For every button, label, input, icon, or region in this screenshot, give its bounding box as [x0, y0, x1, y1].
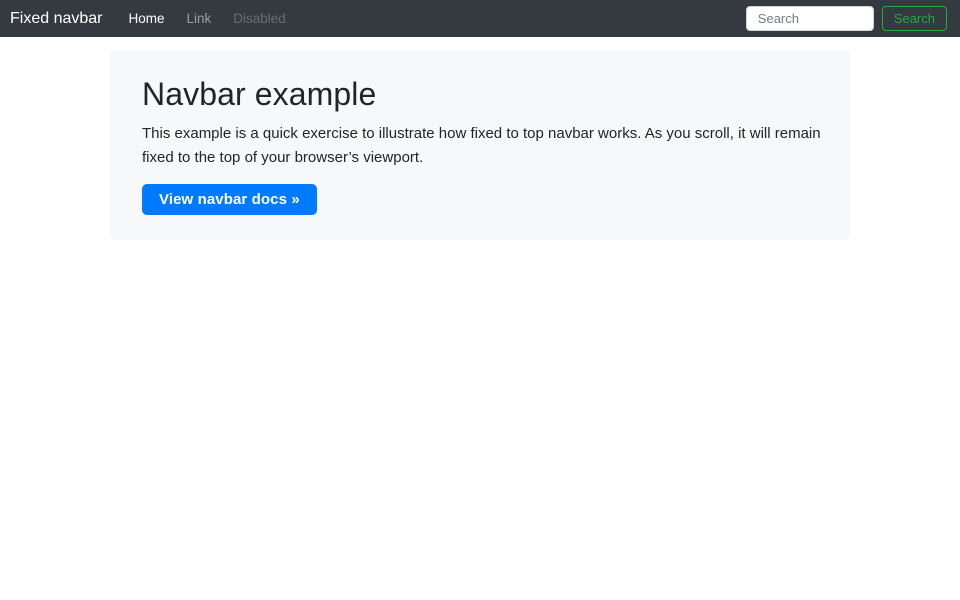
- search-button[interactable]: Search: [882, 6, 947, 31]
- search-form: Search: [746, 6, 947, 31]
- nav-item-disabled: Disabled: [225, 5, 294, 32]
- search-input[interactable]: [746, 6, 874, 31]
- top-navbar: Fixed navbar Home Link Disabled Search: [0, 0, 960, 37]
- page-title: Navbar example: [142, 75, 818, 113]
- jumbotron-description: This example is a quick exercise to illu…: [142, 122, 836, 170]
- view-navbar-docs-button[interactable]: View navbar docs »: [142, 184, 317, 215]
- nav-item-link[interactable]: Link: [179, 5, 220, 32]
- navbar-brand[interactable]: Fixed navbar: [10, 10, 103, 28]
- jumbotron: Navbar example This example is a quick e…: [110, 50, 850, 240]
- navbar-nav: Home Link Disabled: [121, 10, 746, 28]
- nav-item-home[interactable]: Home: [121, 5, 173, 32]
